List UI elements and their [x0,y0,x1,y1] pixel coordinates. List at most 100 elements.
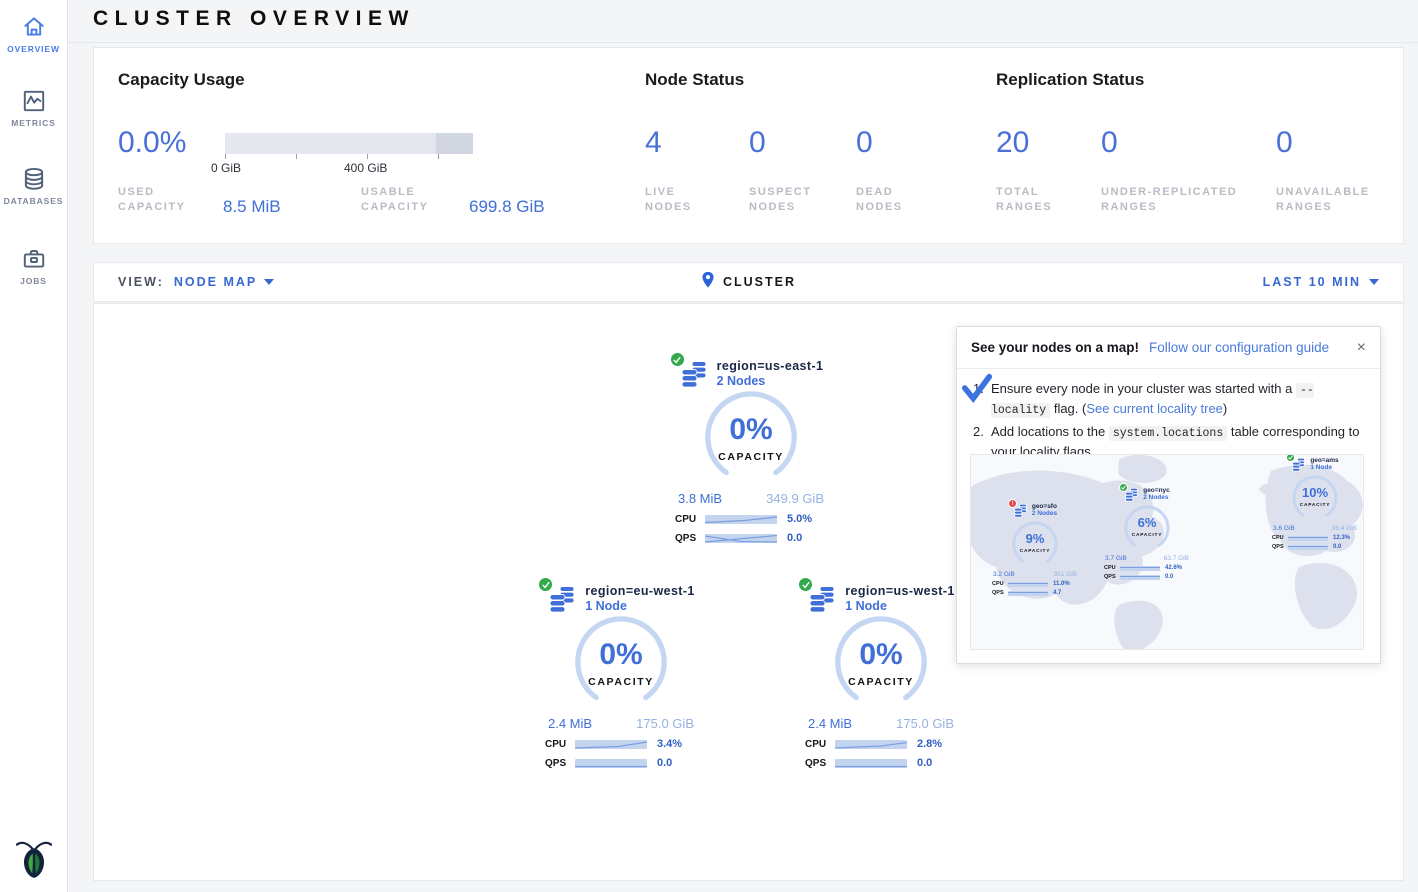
capacity-percent: 10% [1287,485,1343,500]
view-selector[interactable]: NODE MAP [174,275,274,289]
region-label: region=us-east-1 [717,359,824,373]
home-icon [0,14,67,40]
cpu-sparkline [1120,566,1160,571]
suspect-nodes-value: 0 [749,126,766,160]
capacity-label: CAPACITY [826,676,936,688]
cpu-label: CPU [1104,565,1120,571]
tick-label-0: 0 GiB [211,161,241,175]
capacity-percent: 9% [1007,531,1063,546]
view-label: VIEW: [118,275,164,289]
sidebar-item-databases[interactable]: DATABASES [0,166,67,206]
cpu-value: 3.4% [657,738,682,750]
capacity-percent: 0% [826,638,936,672]
location-pin-icon [701,271,715,294]
total-ranges-value: 20 [996,126,1029,160]
capacity-label: CAPACITY [566,676,676,688]
db-stack-icon [807,584,837,614]
qps-label: QPS [1272,544,1288,550]
node-count-link[interactable]: 1 Node [845,599,955,613]
node-count-link[interactable]: 2 Nodes [717,374,824,388]
sidebar-label-databases: DATABASES [0,196,67,206]
tick-label-400: 400 GiB [344,161,387,175]
capacity-percent: 0% [696,413,806,447]
used-capacity: 3.2 GiB [993,571,1015,578]
db-stack-icon [1291,457,1306,472]
node-map-panel: region=us-east-1 2 Nodes 0% CAPACITY 3.8… [93,303,1404,881]
cpu-sparkline [575,740,647,749]
region-label: region=us-west-1 [845,584,955,598]
axis-tick [438,154,439,159]
region-card-eu-west-1[interactable]: region=eu-west-1 1 Node 0% CAPACITY 2.4 … [531,584,711,769]
unavailable-ranges-value: 0 [1276,126,1293,160]
qps-label: QPS [675,533,705,544]
cockroachdb-logo[interactable] [0,839,67,884]
used-capacity-label: USED CAPACITY [118,185,204,215]
qps-sparkline [1008,591,1048,596]
cpu-value: 11.0% [1053,581,1070,587]
cpu-value: 12.3% [1333,535,1350,541]
capacity-percent: 0% [566,638,676,672]
cpu-label: CPU [545,739,575,750]
sidebar-label-overview: OVERVIEW [0,44,67,54]
cpu-value: 2.8% [917,738,942,750]
under-replicated-ranges-label: UNDER-REPLICATED RANGES [1101,185,1259,215]
qps-value: 0.0 [1165,574,1173,580]
region-card-us-west-1[interactable]: region=us-west-1 1 Node 0% CAPACITY 2.4 … [791,584,971,769]
step-text: ) [1223,401,1227,416]
cpu-value: 42.6% [1165,565,1182,571]
locality-tree-link[interactable]: See current locality tree [1086,401,1223,416]
db-stack-icon [547,584,577,614]
capacity-label: CAPACITY [1119,533,1175,538]
step-number: 2. [973,422,984,442]
chevron-down-icon [264,279,274,285]
region-label: geo=ams [1310,457,1338,464]
qps-label: QPS [1104,574,1120,580]
qps-value: 0.0 [657,757,672,769]
cpu-sparkline [705,515,777,524]
qps-label: QPS [992,590,1008,596]
healthy-check-icon [670,352,685,367]
capacity-label: CAPACITY [1287,503,1343,508]
total-capacity: 175.0 GiB [896,716,954,731]
cpu-value: 5.0% [787,513,812,525]
close-icon[interactable]: × [1357,340,1366,356]
capacity-percent: 0.0% [118,126,186,160]
total-capacity: 63.7 GiB [1164,555,1189,562]
sidebar-item-overview[interactable]: OVERVIEW [0,14,67,54]
cpu-sparkline [835,740,907,749]
total-capacity: 36.4 GiB [1332,525,1357,532]
axis-tick [296,154,297,159]
total-ranges-label: TOTAL RANGES [996,185,1066,215]
cpu-label: CPU [805,739,835,750]
step-done-check-icon [961,373,993,403]
node-count: 1 Node [1310,464,1338,471]
time-range-selector[interactable]: LAST 10 MIN [1263,275,1379,289]
view-bar: VIEW: NODE MAP CLUSTER LAST 10 MIN [93,262,1404,302]
popup-title: See your nodes on a map! [971,340,1139,355]
used-capacity: 3.6 GiB [1273,525,1295,532]
database-icon [0,166,67,192]
view-selector-value: NODE MAP [174,275,257,289]
time-range-value: LAST 10 MIN [1263,275,1361,289]
capacity-gauge: 0% CAPACITY [826,616,936,712]
used-capacity: 3.8 MiB [678,491,722,506]
qps-sparkline [705,534,777,543]
qps-value: 4.7 [1053,590,1061,596]
sidebar-item-jobs[interactable]: JOBS [0,246,67,286]
used-capacity: 2.4 MiB [548,716,592,731]
db-stack-icon [679,359,709,389]
capacity-gauge: 10% CAPACITY [1287,473,1343,523]
sidebar-label-jobs: JOBS [0,276,67,286]
sidebar-item-metrics[interactable]: METRICS [0,88,67,128]
replication-status-title: Replication Status [996,70,1144,90]
dead-nodes-value: 0 [856,126,873,160]
region-card-us-east-1[interactable]: region=us-east-1 2 Nodes 0% CAPACITY 3.8… [661,359,841,544]
cpu-sparkline [1008,582,1048,587]
configuration-guide-link[interactable]: Follow our configuration guide [1149,340,1329,355]
live-nodes-label: LIVE NODES [645,185,715,215]
qps-sparkline [1288,545,1328,550]
total-capacity: 175.0 GiB [636,716,694,731]
node-count-link[interactable]: 1 Node [585,599,695,613]
example-node-nyc: geo=nyc 2 Nodes 6% CAPACITY 3.7 GiB 63.7… [1097,487,1197,580]
capacity-usage-title: Capacity Usage [118,70,245,90]
